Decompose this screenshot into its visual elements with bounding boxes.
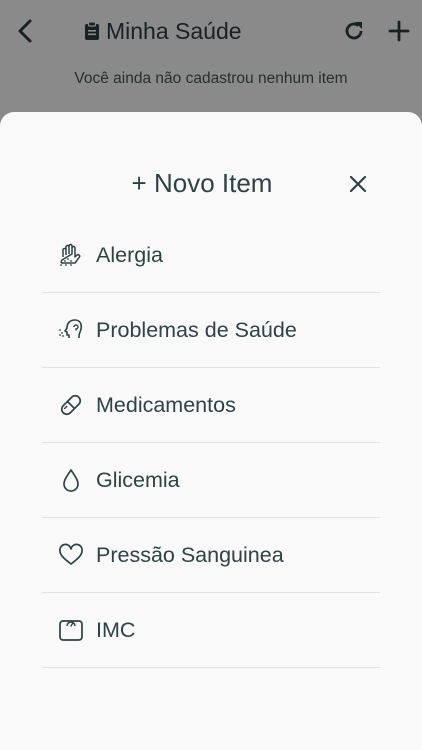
scale-icon	[56, 615, 86, 645]
drop-icon	[56, 465, 86, 495]
close-icon	[346, 172, 370, 196]
menu-item-pressao-sanguinea[interactable]: Pressão Sanguinea	[42, 518, 380, 593]
sheet-title: + Novo Item	[131, 168, 273, 198]
menu-item-label: Problemas de Saúde	[96, 317, 297, 342]
menu-item-problemas-de-saude[interactable]: Problemas de Saúde	[42, 293, 380, 368]
heart-icon	[56, 540, 86, 570]
menu-item-imc[interactable]: IMC	[42, 593, 380, 668]
sneeze-icon	[56, 315, 86, 345]
hand-icon	[56, 240, 86, 270]
sheet-header: + Novo Item	[0, 164, 422, 204]
menu-item-alergia[interactable]: Alergia	[42, 218, 380, 293]
new-item-bottom-sheet: + Novo Item Alergia Problemas de Saúde M…	[0, 112, 422, 750]
menu-item-label: IMC	[96, 617, 136, 642]
new-item-menu: Alergia Problemas de Saúde Medicamentos …	[42, 218, 380, 668]
menu-item-label: Medicamentos	[96, 392, 236, 417]
menu-item-medicamentos[interactable]: Medicamentos	[42, 368, 380, 443]
close-button[interactable]	[346, 172, 370, 196]
pill-icon	[56, 390, 86, 420]
menu-item-label: Alergia	[96, 242, 163, 267]
menu-item-glicemia[interactable]: Glicemia	[42, 443, 380, 518]
menu-item-label: Glicemia	[96, 467, 180, 492]
menu-item-label: Pressão Sanguinea	[96, 542, 284, 567]
